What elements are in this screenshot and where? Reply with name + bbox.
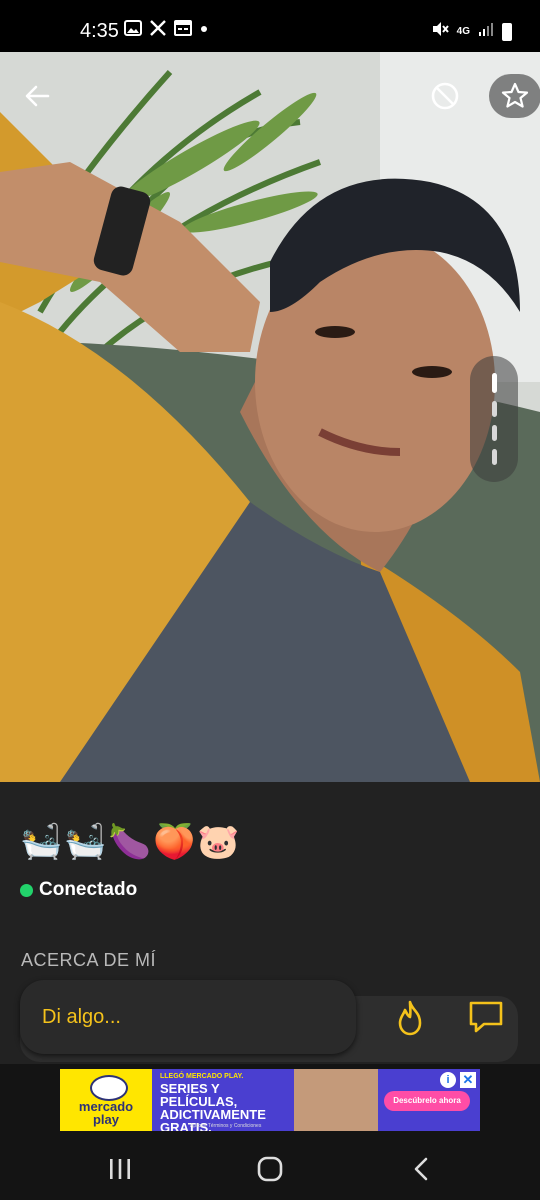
block-button[interactable] bbox=[423, 74, 467, 118]
message-icon bbox=[469, 1001, 503, 1033]
message-input-placeholder: Di algo... bbox=[42, 1005, 121, 1028]
message-input[interactable]: Di algo... bbox=[20, 980, 356, 1054]
profile-emoji-line: 🛀🛀🍆🍑🐷 bbox=[20, 823, 242, 861]
battery-icon bbox=[502, 23, 512, 41]
back-button[interactable] bbox=[15, 74, 59, 118]
online-status-label: Conectado bbox=[39, 879, 138, 900]
image-icon bbox=[124, 20, 142, 42]
photo-pager[interactable] bbox=[470, 356, 518, 482]
status-notification-icons bbox=[124, 20, 208, 42]
ad-close-icon[interactable]: ✕ bbox=[460, 1072, 476, 1088]
profile-photo-image bbox=[0, 52, 540, 782]
ad-person-image bbox=[294, 1069, 378, 1131]
block-icon bbox=[431, 82, 459, 110]
profile-photo[interactable] bbox=[0, 52, 540, 782]
ad-cta-button[interactable]: Descúbrelo ahora bbox=[384, 1091, 470, 1111]
back-icon bbox=[414, 1157, 428, 1181]
system-back-button[interactable] bbox=[402, 1154, 442, 1184]
ad-brand-line2: play bbox=[92, 1112, 119, 1127]
system-nav-bar bbox=[0, 1138, 540, 1200]
home-button[interactable] bbox=[250, 1154, 290, 1184]
home-icon bbox=[257, 1156, 283, 1182]
status-system-icons: 4G bbox=[431, 20, 512, 44]
signal-icon bbox=[478, 21, 494, 43]
tap-button[interactable] bbox=[390, 998, 430, 1038]
ad-banner[interactable]: mercado play LLEGÓ MERCADO PLAY. SERIES … bbox=[60, 1069, 480, 1131]
ad-kicker: LLEGÓ MERCADO PLAY. bbox=[160, 1073, 244, 1080]
pager-dot[interactable] bbox=[491, 401, 497, 417]
pager-dot[interactable] bbox=[491, 425, 497, 441]
4g-icon: 4G bbox=[457, 27, 470, 37]
chat-button[interactable] bbox=[466, 998, 508, 1038]
about-heading: ACERCA DE MÍ bbox=[21, 950, 157, 970]
dot-icon bbox=[200, 20, 208, 42]
ad-disclaimer: Aplican Términos y Condiciones bbox=[190, 1123, 262, 1129]
online-status: Conectado bbox=[20, 879, 137, 901]
x-icon bbox=[150, 20, 166, 42]
favorite-button[interactable] bbox=[489, 74, 540, 118]
star-icon bbox=[501, 82, 529, 108]
online-dot-icon bbox=[20, 883, 33, 897]
pager-dot[interactable] bbox=[491, 449, 497, 465]
calendar-icon bbox=[174, 20, 192, 42]
pager-dot[interactable] bbox=[491, 373, 497, 393]
ad-brand: mercado play bbox=[60, 1069, 152, 1131]
arrow-left-icon bbox=[25, 85, 50, 107]
mute-icon bbox=[431, 20, 449, 44]
ad-info-icon[interactable]: i bbox=[440, 1072, 456, 1088]
network-label: 4G bbox=[456, 26, 470, 37]
handshake-logo-icon bbox=[90, 1075, 128, 1101]
recents-button[interactable] bbox=[100, 1154, 140, 1184]
recents-icon bbox=[110, 1159, 130, 1179]
flame-icon bbox=[398, 1000, 422, 1036]
status-time: 4:35 bbox=[80, 20, 119, 42]
ad-main: LLEGÓ MERCADO PLAY. SERIES Y PELÍCULAS, … bbox=[152, 1069, 480, 1131]
